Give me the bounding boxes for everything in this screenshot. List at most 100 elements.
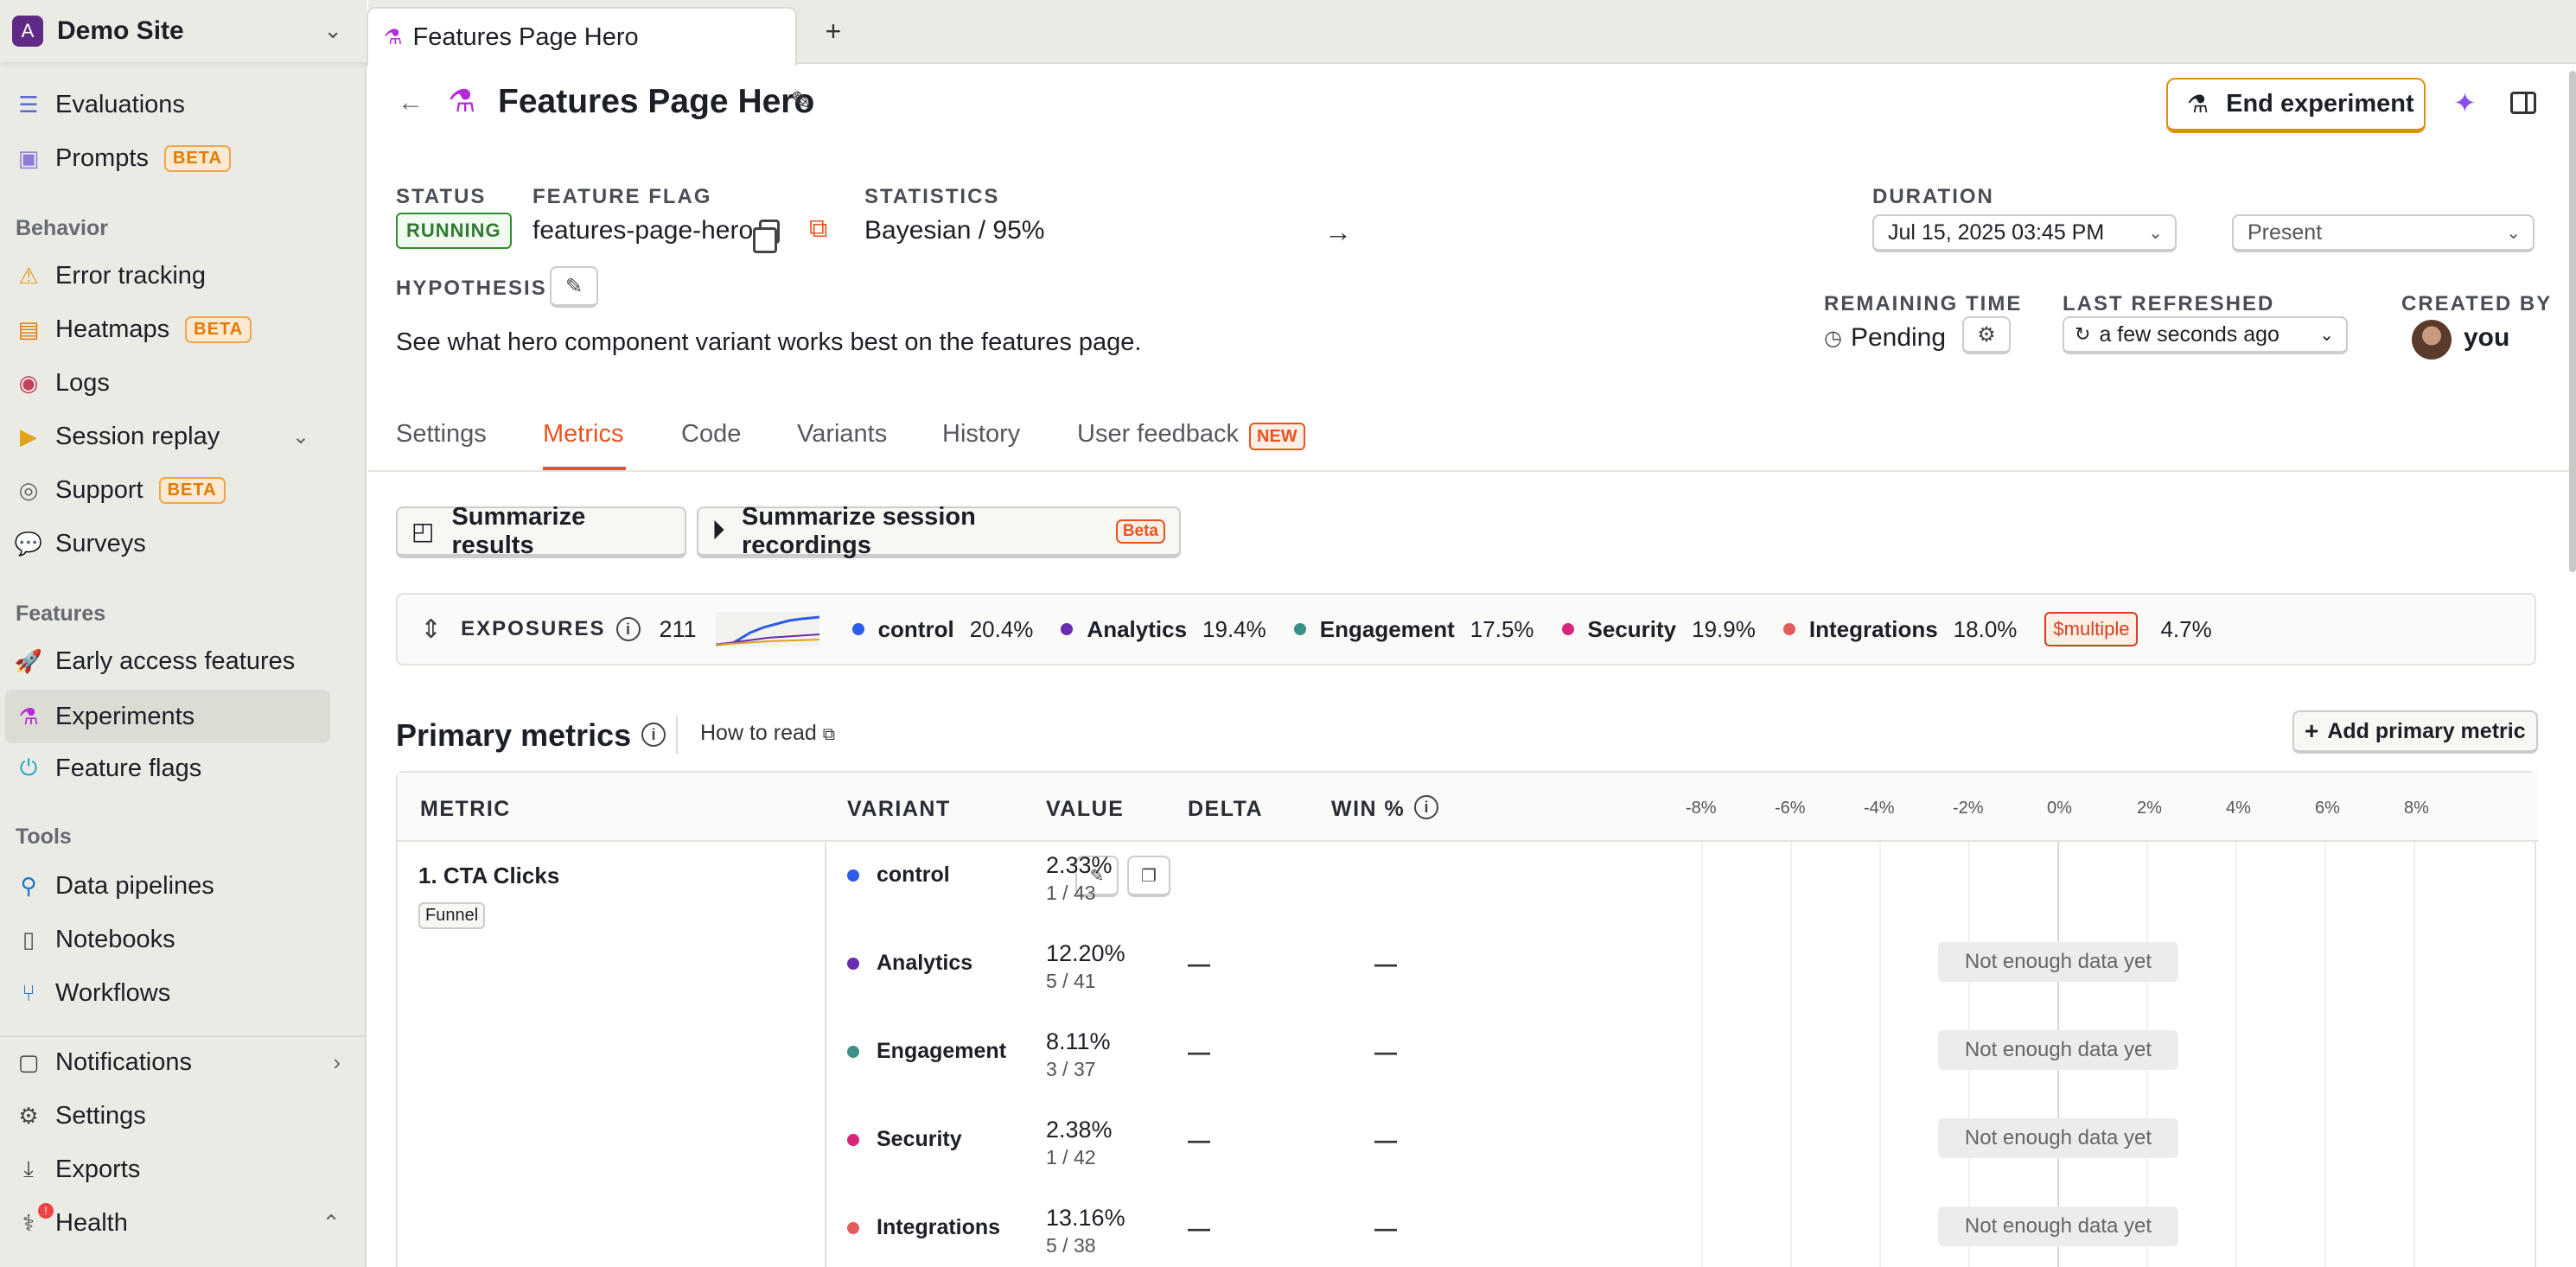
tab-user-feedback[interactable]: User feedback NEW — [1077, 420, 1305, 450]
heatmap-icon: ▤ — [17, 315, 40, 342]
info-icon[interactable]: i — [615, 617, 641, 641]
sidebar-item-evaluations[interactable]: ☰ Evaluations — [0, 78, 363, 131]
edit-hypothesis-button[interactable]: ✎ — [550, 266, 598, 308]
avatar — [2412, 320, 2452, 360]
column-delta: DELTA — [1188, 797, 1264, 821]
variant-pct: 20.4% — [969, 615, 1034, 642]
how-to-read-link[interactable]: How to read ⧉ — [700, 721, 835, 746]
sidebar-item-surveys[interactable]: 💬 Surveys — [0, 517, 363, 570]
duration-end-select[interactable]: Present ⌄ — [2232, 214, 2535, 252]
lifebuoy-icon: ◎ — [18, 476, 39, 503]
tab-code[interactable]: Code — [681, 420, 741, 449]
scale-tick: -2% — [1953, 799, 1984, 818]
scale-tick: -4% — [1864, 799, 1895, 818]
sidebar-item-support[interactable]: ◎ Support BETA — [0, 463, 363, 517]
remaining-time-value: ◷ Pending — [1824, 323, 1946, 353]
sidebar-item-logs[interactable]: ◉ Logs — [0, 356, 363, 410]
gridline — [2324, 842, 2326, 1267]
column-value: VALUE — [1046, 797, 1125, 821]
sidebar-item-experiments[interactable]: ⚗ Experiments — [5, 690, 330, 743]
notification-icon: ▢ — [17, 1048, 40, 1075]
scale-tick: 6% — [2315, 799, 2340, 818]
sidebar-item-settings[interactable]: ⚙ Settings — [0, 1089, 363, 1143]
sidebar-item-workflows[interactable]: ⑂ Workflows — [0, 966, 363, 1020]
summarize-results-button[interactable]: ◰ Summarize results — [396, 503, 686, 559]
tab-features-page-hero[interactable]: ⚗ Features Page Hero — [367, 7, 797, 66]
sidebar-item-session-replay[interactable]: ▶ Session replay ⌄ — [0, 410, 363, 463]
new-badge: NEW — [1249, 423, 1305, 450]
sidebar-item-early-access[interactable]: 🚀 Early access features — [0, 634, 363, 688]
variant-name: Engagement — [877, 1039, 1007, 1063]
copy-icon[interactable] — [753, 220, 780, 253]
new-tab-button[interactable]: + — [816, 12, 851, 50]
chevron-down-icon: ⌄ — [2319, 325, 2334, 345]
metric-type-tag: Funnel — [418, 902, 486, 929]
expand-collapse-icon[interactable]: ⇕ — [420, 614, 442, 645]
variant-name: Engagement — [1319, 615, 1455, 642]
sidebar-item-heatmaps[interactable]: ▤ Heatmaps BETA — [0, 302, 363, 356]
sidebar-item-error-tracking[interactable]: ⚠ Error tracking — [0, 249, 363, 302]
sidebar-item-prompts[interactable]: ▣ Prompts BETA — [0, 131, 363, 185]
sidebar-item-label: Experiments — [55, 702, 195, 730]
win-value: — — [1374, 951, 1397, 977]
info-icon[interactable]: i — [1414, 795, 1438, 819]
beta-badge: BETA — [163, 144, 231, 172]
scale-tick: 4% — [2226, 799, 2251, 818]
active-tab-indicator — [543, 467, 626, 470]
sidebar-item-data-pipelines[interactable]: ⚲ Data pipelines — [0, 859, 363, 913]
back-arrow-icon[interactable]: ← — [398, 88, 424, 118]
exposures-label: EXPOSURES — [461, 617, 606, 640]
info-icon[interactable]: i — [641, 723, 666, 747]
broadcast-icon: ◉ — [18, 369, 39, 396]
metric-count: 3 / 37 — [1046, 1058, 1096, 1080]
remaining-time-label: REMAINING TIME — [1824, 292, 2023, 315]
sidebar-item-exports[interactable]: ⤓ Exports — [0, 1143, 363, 1196]
gear-icon[interactable]: ⚙ — [1962, 316, 2011, 354]
scrollbar[interactable] — [2569, 71, 2576, 572]
column-divider — [825, 842, 826, 1267]
flask-icon: ⚗ — [18, 703, 39, 729]
end-experiment-button[interactable]: ⚗ End experiment — [2166, 78, 2426, 133]
feature-flag-value[interactable]: features-page-hero — [532, 216, 753, 245]
divider — [676, 716, 678, 754]
sidebar-item-feature-flags[interactable]: ⏻ Feature flags — [0, 742, 363, 795]
tabs-divider — [368, 470, 2576, 472]
duplicate-metric-button[interactable]: ❐ — [1127, 856, 1170, 897]
edit-title-icon[interactable]: ✎ — [790, 86, 812, 117]
gridline — [1790, 842, 1792, 1267]
refresh-button[interactable]: ↻ a few seconds ago ⌄ — [2063, 316, 2348, 354]
duration-start-select[interactable]: Jul 15, 2025 03:45 PM ⌄ — [1872, 214, 2177, 252]
hypothesis-text: See what hero component variant works be… — [396, 328, 1142, 356]
external-link-icon[interactable]: ⧉ — [809, 214, 827, 244]
sparkle-icon[interactable]: ✦ — [2453, 86, 2477, 119]
column-metric: METRIC — [420, 797, 511, 821]
flask-icon: ⚗ — [2187, 91, 2209, 118]
variant-dot — [851, 623, 864, 635]
column-variant: VARIANT — [847, 797, 951, 821]
gear-icon: ⚙ — [18, 1102, 39, 1129]
variant-pct: 19.9% — [1692, 615, 1756, 642]
site-avatar: A — [12, 16, 43, 47]
sidebar-item-label: Notifications — [55, 1047, 192, 1076]
sidebar-item-notebooks[interactable]: ▯ Notebooks — [0, 913, 363, 966]
summarize-recordings-button[interactable]: ⏵ Summarize session recordings Beta — [697, 503, 1181, 559]
side-panel-icon[interactable] — [2510, 92, 2536, 114]
variant-dot — [1061, 623, 1074, 635]
tab-metrics[interactable]: Metrics — [543, 420, 623, 449]
tab-settings[interactable]: Settings — [396, 420, 487, 449]
metric-count: 1 / 43 — [1046, 882, 1096, 904]
sidebar-item-label: Notebooks — [55, 925, 175, 953]
gridline — [1701, 842, 1703, 1267]
summarize-icon: ◰ — [411, 518, 435, 544]
variant-dot — [847, 869, 859, 882]
play-circle-icon: ⏵ — [712, 517, 725, 544]
add-primary-metric-button[interactable]: + Add primary metric — [2292, 710, 2538, 754]
tab-history[interactable]: History — [942, 420, 1020, 449]
warning-icon: ⚠ — [18, 262, 39, 289]
sidebar-item-notifications[interactable]: ▢ Notifications › — [0, 1035, 363, 1089]
refreshed-value: a few seconds ago — [2099, 322, 2280, 347]
tab-variants[interactable]: Variants — [797, 420, 887, 449]
alert-badge: ! — [38, 1203, 54, 1219]
site-switcher[interactable]: A Demo Site ⌄ — [0, 0, 367, 62]
sidebar-item-health[interactable]: ⚕ ! Health ⌃ — [0, 1196, 363, 1250]
